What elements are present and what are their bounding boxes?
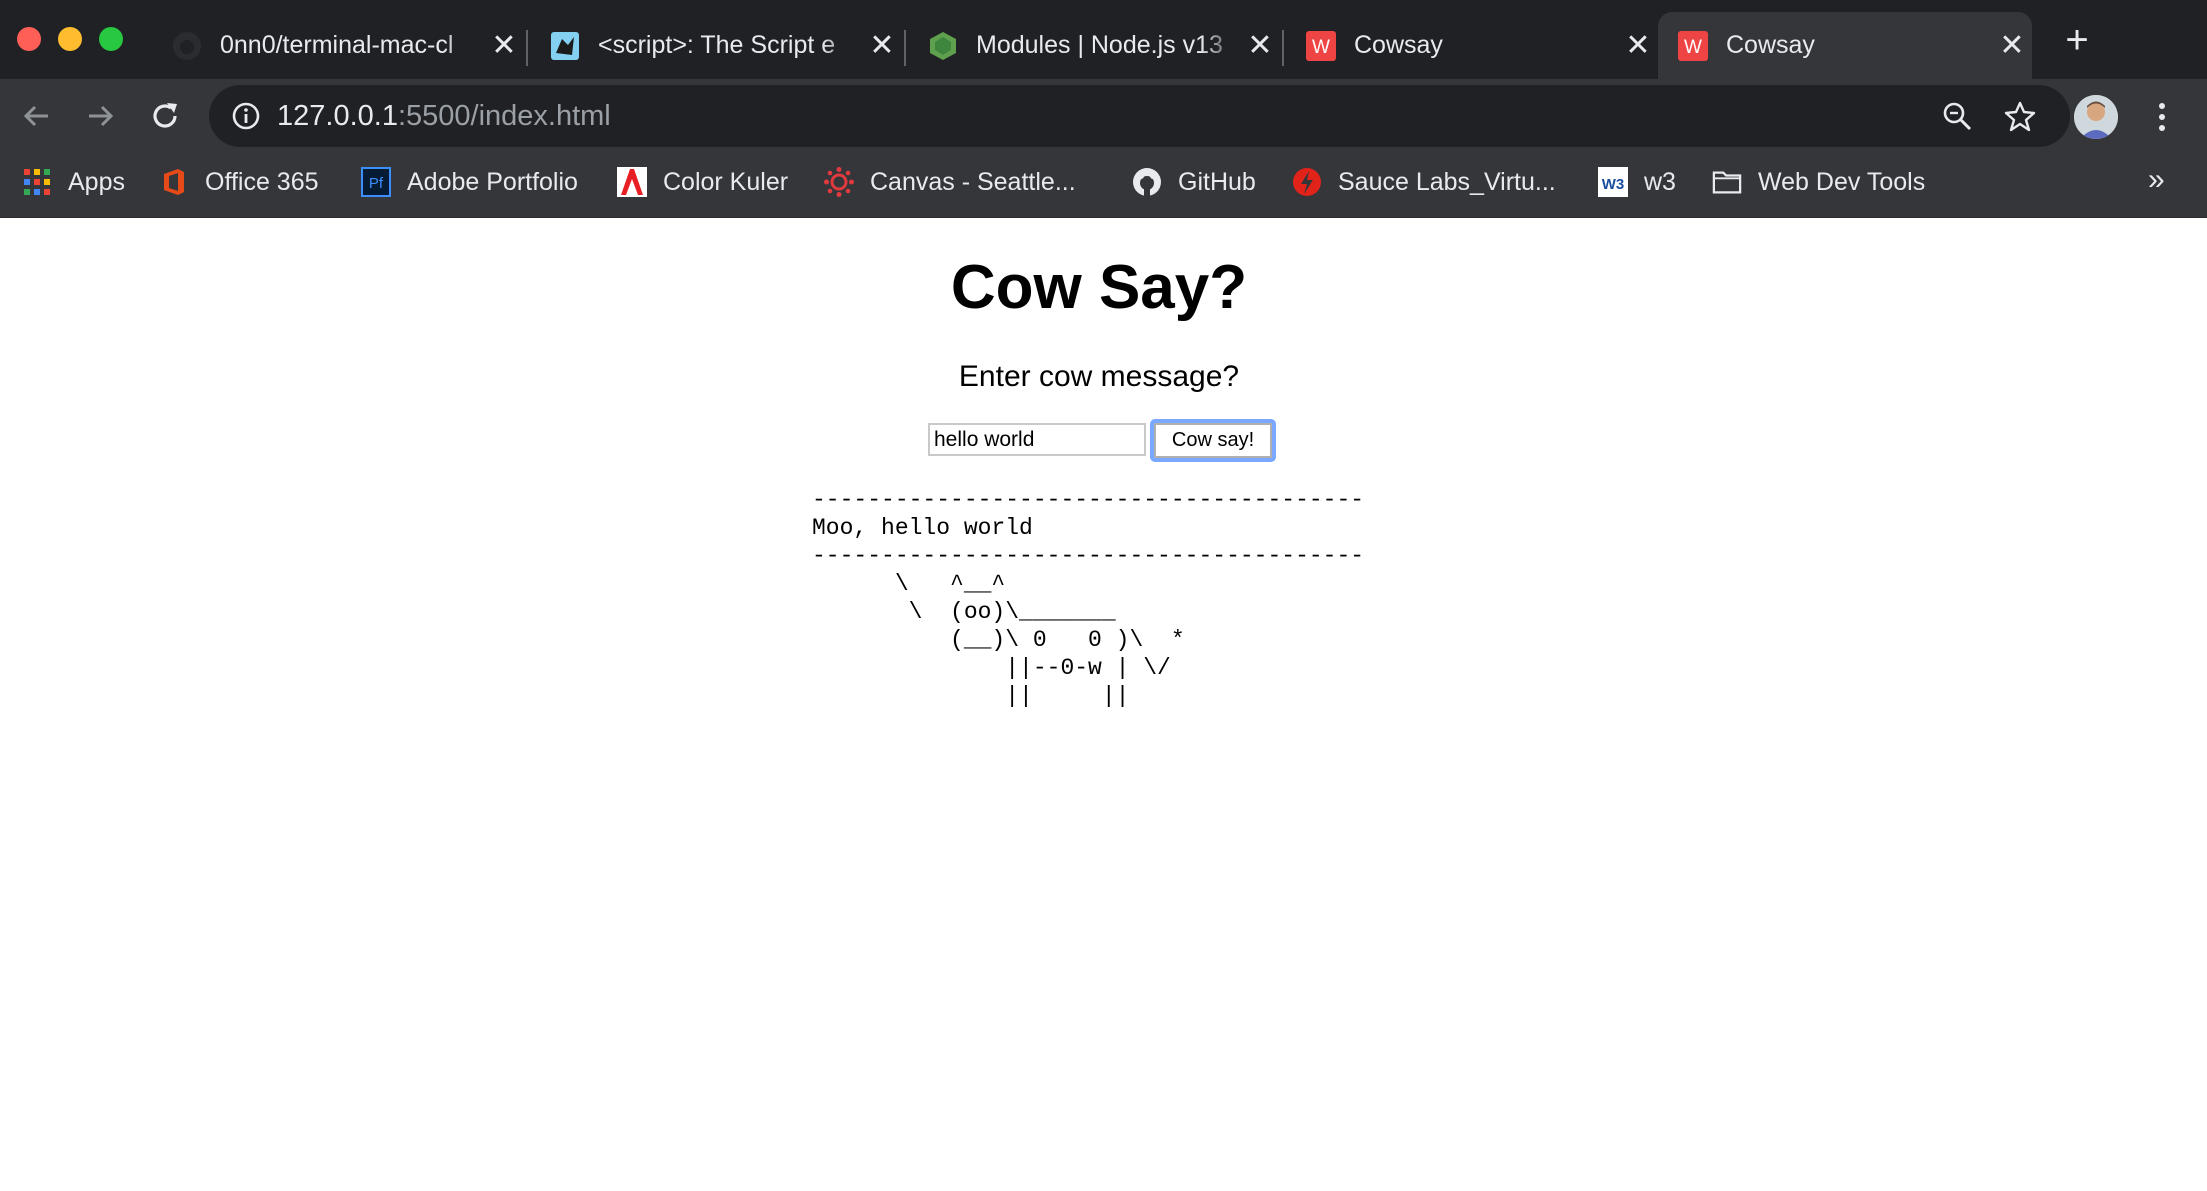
cowsay-icon: W [1678, 30, 1708, 61]
tab-mdn-script[interactable]: <script>: The Script e ✕ [530, 12, 902, 79]
url-host: 127.0.0.1 [277, 100, 398, 132]
bookmark-label: Adobe Portfolio [407, 167, 578, 196]
bookmark-github[interactable]: GitHub [1132, 153, 1256, 211]
tab-nodejs-modules[interactable]: Modules | Node.js v13 ✕ [908, 12, 1280, 79]
back-button[interactable] [19, 98, 55, 134]
tab-close-icon[interactable]: ✕ [1992, 30, 2032, 61]
back-arrow-icon [23, 105, 48, 127]
tab-separator [904, 30, 906, 66]
zoom-window-button[interactable] [99, 27, 123, 51]
github-icon [172, 31, 202, 61]
tab-title: <script>: The Script e [598, 31, 836, 59]
bookmark-label: Web Dev Tools [1758, 167, 1926, 196]
mdn-icon [550, 31, 580, 61]
tab-title: Cowsay [1354, 31, 1443, 59]
message-prompt-label: Enter cow message? [958, 360, 1240, 393]
tab-close-icon[interactable]: ✕ [484, 30, 524, 61]
bookmarks-overflow-icon[interactable]: » [2148, 163, 2165, 197]
adobe-icon [617, 167, 647, 197]
minimize-window-button[interactable] [58, 27, 82, 51]
bookmark-color-kuler[interactable]: Color Kuler [617, 153, 788, 211]
tab-close-icon[interactable]: ✕ [1240, 30, 1280, 61]
bookmark-sauce-labs[interactable]: Sauce Labs_Virtu... [1292, 153, 1556, 211]
tab-strip: 0nn0/terminal-mac-cl ✕ <script>: The Scr… [0, 0, 2207, 79]
office-icon [159, 167, 189, 197]
new-tab-button[interactable]: + [2059, 20, 2095, 60]
info-icon [232, 102, 260, 130]
reload-icon [153, 103, 177, 128]
bookmark-label: Apps [68, 167, 125, 196]
forward-button[interactable] [82, 98, 118, 134]
apps-grid-icon [22, 167, 52, 197]
cow-message-input[interactable] [928, 423, 1146, 456]
reload-button[interactable] [147, 98, 183, 134]
menu-kebab-icon[interactable] [2150, 99, 2174, 135]
tab-separator [1282, 30, 1284, 66]
page-content: Cow Say? Enter cow message? Cow say! ---… [0, 218, 2207, 1191]
url-text[interactable]: 127.0.0.1:5500/index.html [277, 85, 611, 147]
bookmark-apps[interactable]: Apps [22, 153, 125, 211]
canvas-icon [824, 167, 854, 197]
saucelabs-icon [1292, 167, 1322, 197]
bookmark-adobe-portfolio[interactable]: Pf Adobe Portfolio [361, 153, 578, 211]
svg-text:Pf: Pf [369, 175, 384, 192]
bookmark-w3[interactable]: W3 w3 [1598, 153, 1676, 211]
svg-text:W3: W3 [1602, 176, 1625, 193]
bookmark-label: Office 365 [205, 167, 319, 196]
tab-cowsay-active[interactable]: W Cowsay ✕ [1658, 12, 2032, 79]
zoom-icon[interactable] [1940, 99, 1974, 133]
cow-say-button[interactable]: Cow say! [1150, 419, 1276, 462]
cowsay-output: ----------------------------------------… [812, 487, 1365, 709]
toolbar: 127.0.0.1:5500/index.html [0, 79, 2207, 153]
bookmark-star-icon[interactable] [2003, 99, 2037, 133]
bookmark-label: Canvas - Seattle... [870, 167, 1076, 196]
tab-close-icon[interactable]: ✕ [1618, 30, 1658, 61]
bookmarks-bar: Apps Office 365 Pf Adobe Portfolio Color… [0, 153, 2207, 218]
folder-icon [1712, 167, 1742, 197]
cowsay-icon: W [1306, 30, 1336, 61]
bookmark-office-365[interactable]: Office 365 [159, 153, 319, 211]
tab-github[interactable]: 0nn0/terminal-mac-cl ✕ [152, 12, 524, 79]
tab-title: Modules | Node.js v13 [976, 31, 1223, 59]
tab-cowsay[interactable]: W Cowsay ✕ [1286, 12, 1658, 79]
tab-close-icon[interactable]: ✕ [862, 30, 902, 61]
address-bar[interactable]: 127.0.0.1:5500/index.html [209, 85, 2070, 147]
url-path: :5500/index.html [397, 100, 611, 132]
svg-text:W: W [1312, 37, 1330, 58]
bookmark-label: GitHub [1178, 167, 1256, 196]
svg-text:W: W [1684, 37, 1702, 58]
profile-avatar[interactable] [2074, 95, 2118, 139]
bookmark-web-dev-tools[interactable]: Web Dev Tools [1712, 153, 1925, 211]
tab-separator [526, 30, 528, 66]
w3-icon: W3 [1598, 167, 1628, 197]
tab-title: 0nn0/terminal-mac-cl [220, 31, 454, 59]
bookmark-label: Color Kuler [663, 167, 789, 196]
page-title: Cow Say? [950, 253, 1248, 322]
bookmark-canvas-seattle[interactable]: Canvas - Seattle... [824, 153, 1076, 211]
bookmark-label: Sauce Labs_Virtu... [1338, 167, 1556, 196]
forward-arrow-icon [89, 105, 114, 127]
close-window-button[interactable] [17, 27, 41, 51]
adobe-portfolio-icon: Pf [361, 167, 391, 197]
tab-title: Cowsay [1726, 31, 1815, 59]
github-icon [1132, 167, 1162, 197]
nodejs-icon [928, 31, 958, 61]
bookmark-label: w3 [1644, 167, 1676, 196]
